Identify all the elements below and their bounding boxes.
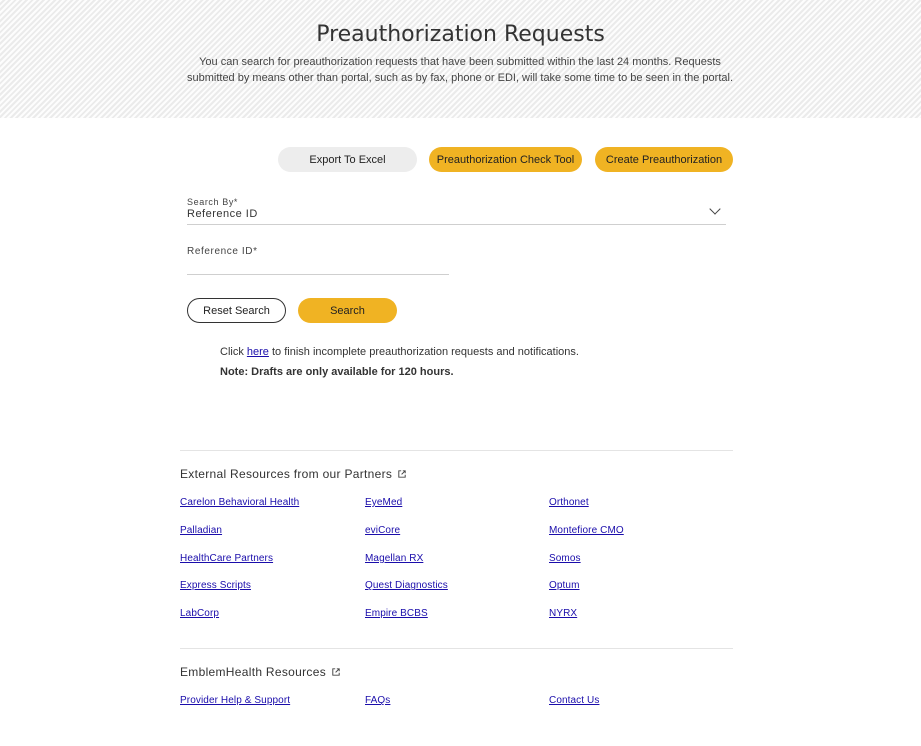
external-resources-heading: External Resources from our Partners xyxy=(180,467,406,481)
reset-search-button[interactable]: Reset Search xyxy=(187,298,286,323)
link-carelon-behavioral-health[interactable]: Carelon Behavioral Health xyxy=(180,497,299,508)
page-header: Preauthorization Requests You can search… xyxy=(0,0,921,118)
link-somos[interactable]: Somos xyxy=(549,553,581,564)
search-button[interactable]: Search xyxy=(298,298,397,323)
page-title: Preauthorization Requests xyxy=(316,22,605,47)
section-divider xyxy=(180,450,733,451)
note-suffix: to finish incomplete preauthorization re… xyxy=(268,346,579,358)
external-resources-title: External Resources from our Partners xyxy=(180,467,393,481)
link-contact-us[interactable]: Contact Us xyxy=(549,695,599,706)
link-faqs[interactable]: FAQs xyxy=(365,695,390,706)
external-link-icon xyxy=(332,668,340,676)
create-preauthorization-button[interactable]: Create Preauthorization xyxy=(595,147,733,172)
chevron-down-icon[interactable] xyxy=(709,203,721,215)
incomplete-requests-note: Click here to finish incomplete preautho… xyxy=(220,346,579,358)
link-magellan-rx[interactable]: Magellan RX xyxy=(365,553,423,564)
external-link-icon xyxy=(398,470,406,478)
link-nyrx[interactable]: NYRX xyxy=(549,608,577,619)
link-orthonet[interactable]: Orthonet xyxy=(549,497,589,508)
search-by-value[interactable]: Reference ID xyxy=(187,208,258,220)
link-empire-bcbs[interactable]: Empire BCBS xyxy=(365,608,428,619)
link-eyemed[interactable]: EyeMed xyxy=(365,497,402,508)
link-healthcare-partners[interactable]: HealthCare Partners xyxy=(180,553,273,564)
preauthorization-check-tool-button[interactable]: Preauthorization Check Tool xyxy=(429,147,582,172)
search-by-label: Search By* xyxy=(187,197,239,207)
link-provider-help-support[interactable]: Provider Help & Support xyxy=(180,695,290,706)
link-quest-diagnostics[interactable]: Quest Diagnostics xyxy=(365,580,448,591)
export-to-excel-button[interactable]: Export To Excel xyxy=(278,147,417,172)
drafts-note: Note: Drafts are only available for 120 … xyxy=(220,366,454,378)
link-evicore[interactable]: eviCore xyxy=(365,525,400,536)
here-link[interactable]: here xyxy=(247,346,269,358)
link-labcorp[interactable]: LabCorp xyxy=(180,608,219,619)
link-palladian[interactable]: Palladian xyxy=(180,525,222,536)
note-prefix: Click xyxy=(220,346,247,358)
reference-id-underline xyxy=(187,274,449,275)
emblem-resources-heading: EmblemHealth Resources xyxy=(180,665,340,679)
section-divider xyxy=(180,648,733,649)
emblem-resources-title: EmblemHealth Resources xyxy=(180,665,326,679)
link-montefiore-cmo[interactable]: Montefiore CMO xyxy=(549,525,624,536)
page-description: You can search for preauthorization requ… xyxy=(186,56,733,84)
search-by-underline xyxy=(187,224,726,225)
reference-id-label: Reference ID* xyxy=(187,246,258,257)
link-optum[interactable]: Optum xyxy=(549,580,580,591)
link-express-scripts[interactable]: Express Scripts xyxy=(180,580,251,591)
